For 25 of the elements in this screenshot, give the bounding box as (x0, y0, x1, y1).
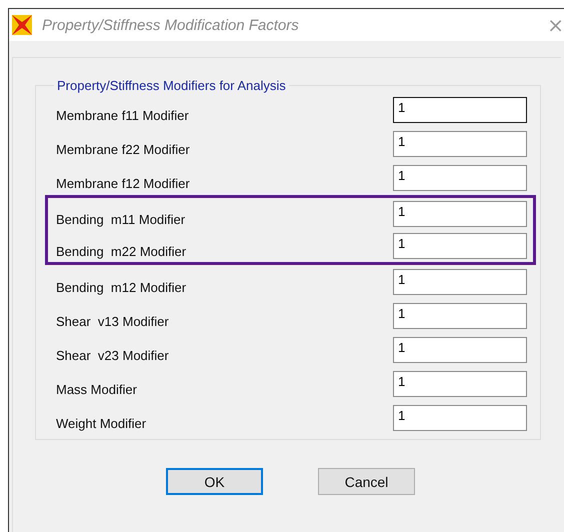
window-title: Property/Stiffness Modification Factors (42, 16, 300, 34)
input-field[interactable]: 1 (393, 405, 527, 431)
ok-button[interactable]: OK (166, 468, 263, 495)
group-title: Property/Stiffness Modifiers for Analysis (56, 78, 287, 93)
field-label: Weight Modifier (56, 414, 146, 430)
input-field[interactable]: 1 (393, 337, 527, 363)
input-field[interactable]: 1 (393, 269, 527, 295)
cancel-button[interactable]: Cancel (318, 468, 415, 495)
input-field[interactable]: 1 (393, 371, 527, 397)
field-label: Shear v23 Modifier (56, 346, 169, 362)
input-field[interactable]: 1 (393, 233, 527, 259)
field-label: Membrane f22 Modifier (56, 140, 190, 156)
field-label: Bending m11 Modifier (56, 210, 186, 226)
field-label: Bending m12 Modifier (56, 278, 186, 294)
input-field[interactable]: 1 (393, 303, 527, 329)
field-label: Mass Modifier (56, 380, 137, 396)
input-field[interactable]: 1 (393, 131, 527, 157)
field-label: Bending m22 Modifier (56, 242, 186, 258)
input-field[interactable]: 1 (393, 97, 527, 123)
input-field[interactable]: 1 (393, 165, 527, 191)
field-label: Membrane f12 Modifier (56, 174, 190, 190)
input-field[interactable]: 1 (393, 201, 527, 227)
field-label: Shear v13 Modifier (56, 312, 169, 328)
field-label: Membrane f11 Modifier (56, 106, 189, 122)
app-icon (11, 14, 33, 36)
